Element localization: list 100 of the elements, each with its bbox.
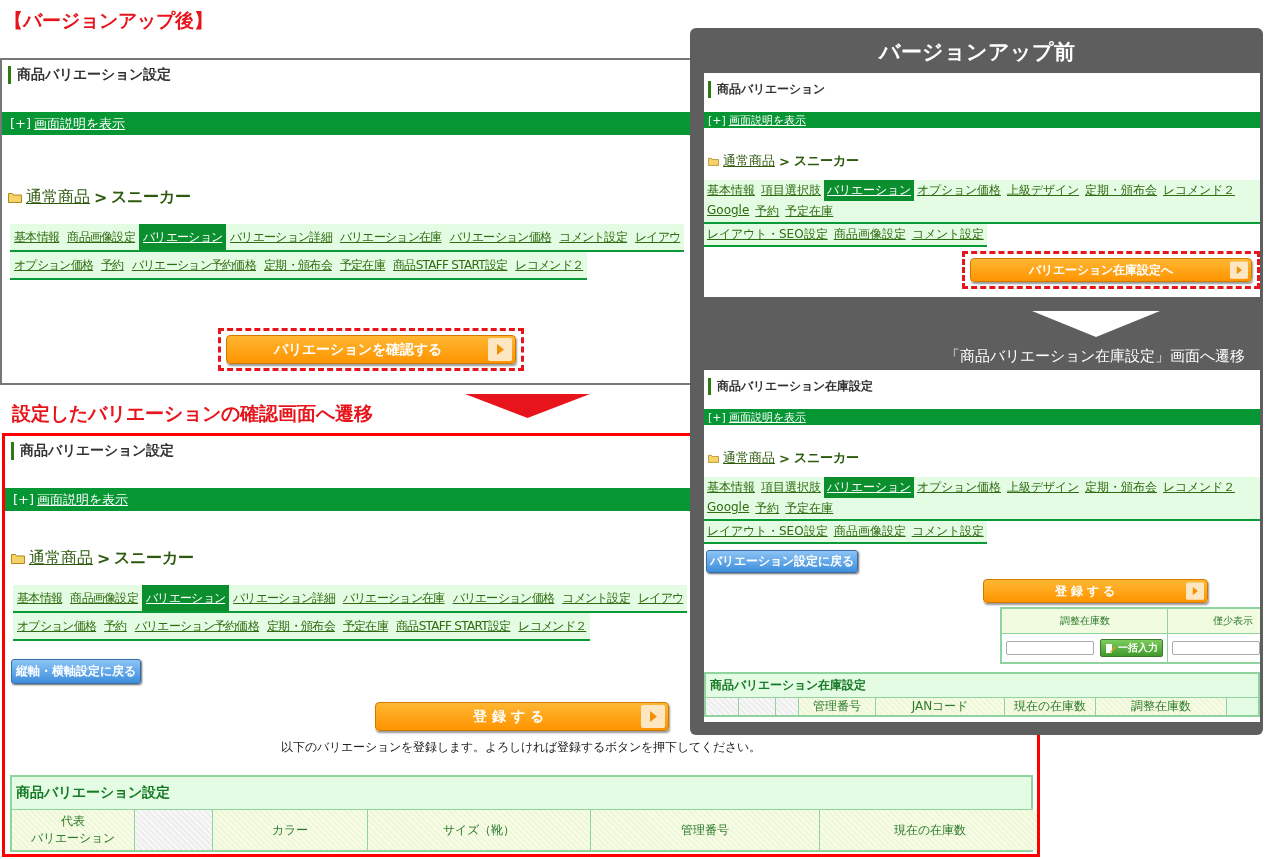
tab[interactable]: 基本情報 — [704, 180, 758, 201]
tab[interactable]: バリエーション価格 — [445, 224, 556, 250]
tab[interactable]: 予約 — [100, 613, 131, 639]
tab[interactable]: コメント設定 — [908, 521, 987, 542]
arrow-right-icon — [488, 338, 512, 361]
tab[interactable]: 予定在庫 — [782, 201, 837, 222]
tab[interactable]: 商品画像設定 — [66, 585, 142, 611]
tab[interactable]: レイアウト・SEO設定 — [704, 224, 831, 245]
breadcrumb-separator: > — [97, 549, 111, 568]
breadcrumb-current: スニーカー — [793, 152, 859, 170]
tab[interactable]: 予定在庫 — [782, 498, 837, 519]
tab[interactable]: 上級デザイン — [1004, 477, 1082, 498]
down-arrow-icon — [1032, 311, 1160, 337]
help-link[interactable]: 画面説明を表示 — [34, 114, 126, 133]
tab[interactable]: バリエーション — [824, 477, 914, 498]
tab[interactable]: 予定在庫 — [338, 613, 393, 639]
help-link[interactable]: 画面説明を表示 — [728, 112, 806, 128]
tab[interactable]: バリエーション詳細 — [226, 224, 336, 250]
tab[interactable]: レコメンド２ — [511, 252, 588, 278]
breadcrumb-separator: > — [779, 153, 790, 169]
tab[interactable]: オプション価格 — [914, 180, 1004, 201]
arrow-right-icon — [1186, 582, 1204, 600]
help-link[interactable]: 画面説明を表示 — [37, 490, 129, 509]
page-title: 商品バリエーション在庫設定 — [708, 378, 873, 395]
tab[interactable]: コメント設定 — [558, 585, 635, 611]
tab[interactable]: レイアウ — [634, 585, 688, 611]
tab[interactable]: 商品STAFF START設定 — [389, 252, 512, 278]
tab[interactable]: 商品画像設定 — [830, 521, 909, 542]
tab[interactable]: 定期・頒布会 — [263, 613, 339, 639]
before-caption: 「商品バリエーション在庫設定」画面へ遷移 — [944, 346, 1246, 367]
tab[interactable]: レコメンド２ — [514, 613, 591, 639]
column-header: カラー — [213, 810, 368, 850]
column-header: 調整在庫数 — [1096, 698, 1227, 715]
after-caption: 設定したバリエーションの確認画面へ遷移 — [12, 401, 373, 426]
down-arrow-icon — [465, 394, 590, 418]
help-prefix: [+] — [13, 492, 35, 507]
tab[interactable]: 定期・頒布会 — [1082, 477, 1160, 498]
tab[interactable]: オプション価格 — [10, 252, 98, 278]
tab[interactable]: 商品画像設定 — [63, 224, 139, 250]
tab[interactable]: 予定在庫 — [335, 252, 390, 278]
tab[interactable]: バリエーション — [142, 585, 230, 611]
tab[interactable]: 商品STAFF START設定 — [392, 613, 515, 639]
column-header: JANコード — [876, 698, 1005, 715]
tab[interactable]: バリエーション — [824, 180, 914, 201]
breadcrumb-separator: > — [779, 450, 790, 466]
column-header: 僅少表示 — [1168, 609, 1260, 634]
tab[interactable]: 定期・頒布会 — [260, 252, 336, 278]
tab[interactable]: レコメンド２ — [1160, 180, 1238, 201]
before-heading: バージョンアップ前 — [877, 39, 1076, 66]
folder-icon — [708, 453, 719, 463]
tab[interactable]: 基本情報 — [13, 585, 67, 611]
table-title: 商品バリエーション在庫設定 — [709, 677, 867, 694]
tab[interactable]: オプション価格 — [914, 477, 1004, 498]
input-field[interactable] — [1006, 641, 1094, 655]
breadcrumb-current: スニーカー — [793, 449, 859, 467]
tab[interactable]: バリエーション予約価格 — [127, 252, 261, 278]
tab[interactable]: レイアウト・SEO設定 — [704, 521, 831, 542]
input-field[interactable] — [1172, 641, 1260, 655]
tab[interactable]: 予約 — [97, 252, 128, 278]
arrow-right-icon — [641, 705, 665, 728]
after-heading: 【バージョンアップ後】 — [4, 8, 213, 33]
tab[interactable]: 項目選択肢 — [758, 477, 824, 498]
tab[interactable]: コメント設定 — [555, 224, 632, 250]
breadcrumb-link[interactable]: 通常商品 — [723, 152, 775, 170]
tab[interactable]: オプション価格 — [13, 613, 101, 639]
tab[interactable]: バリエーション — [139, 224, 227, 250]
tab[interactable]: 予約 — [752, 201, 783, 222]
help-prefix: [+] — [10, 116, 32, 131]
tab[interactable]: バリエーション価格 — [448, 585, 559, 611]
folder-icon — [11, 553, 25, 564]
tab[interactable]: 定期・頒布会 — [1082, 180, 1160, 201]
column-header: サイズ（靴） — [368, 810, 591, 850]
pencil-icon — [1105, 642, 1116, 654]
tab[interactable]: 基本情報 — [704, 477, 758, 498]
tab[interactable]: バリエーション詳細 — [229, 585, 339, 611]
tab[interactable]: バリエーション予約価格 — [130, 613, 264, 639]
tab[interactable]: 予約 — [752, 498, 783, 519]
breadcrumb-current: スニーカー — [111, 187, 192, 208]
page-title: 商品バリエーション設定 — [8, 66, 171, 84]
breadcrumb-link[interactable]: 通常商品 — [723, 449, 775, 467]
tab[interactable]: レコメンド２ — [1160, 477, 1238, 498]
table-title: 商品バリエーション設定 — [15, 783, 171, 802]
tab[interactable]: 基本情報 — [10, 224, 64, 250]
tab[interactable]: 商品画像設定 — [830, 224, 909, 245]
column-header: バリエーション — [31, 830, 115, 847]
tab[interactable]: バリエーション在庫 — [338, 585, 449, 611]
folder-icon — [8, 192, 22, 203]
page-title: 商品バリエーション設定 — [11, 442, 174, 460]
breadcrumb-separator: > — [94, 188, 108, 207]
breadcrumb-link[interactable]: 通常商品 — [29, 548, 93, 569]
tab[interactable]: コメント設定 — [908, 224, 987, 245]
tab[interactable]: 項目選択肢 — [758, 180, 824, 201]
tab[interactable]: Google — [704, 498, 753, 519]
tab[interactable]: 上級デザイン — [1004, 180, 1082, 201]
help-link[interactable]: 画面説明を表示 — [728, 409, 806, 425]
breadcrumb-link[interactable]: 通常商品 — [26, 187, 90, 208]
tab[interactable]: バリエーション在庫 — [335, 224, 446, 250]
column-header: 管理番号 — [591, 810, 820, 850]
tab[interactable]: レイアウ — [631, 224, 685, 250]
tab[interactable]: Google — [704, 201, 753, 222]
